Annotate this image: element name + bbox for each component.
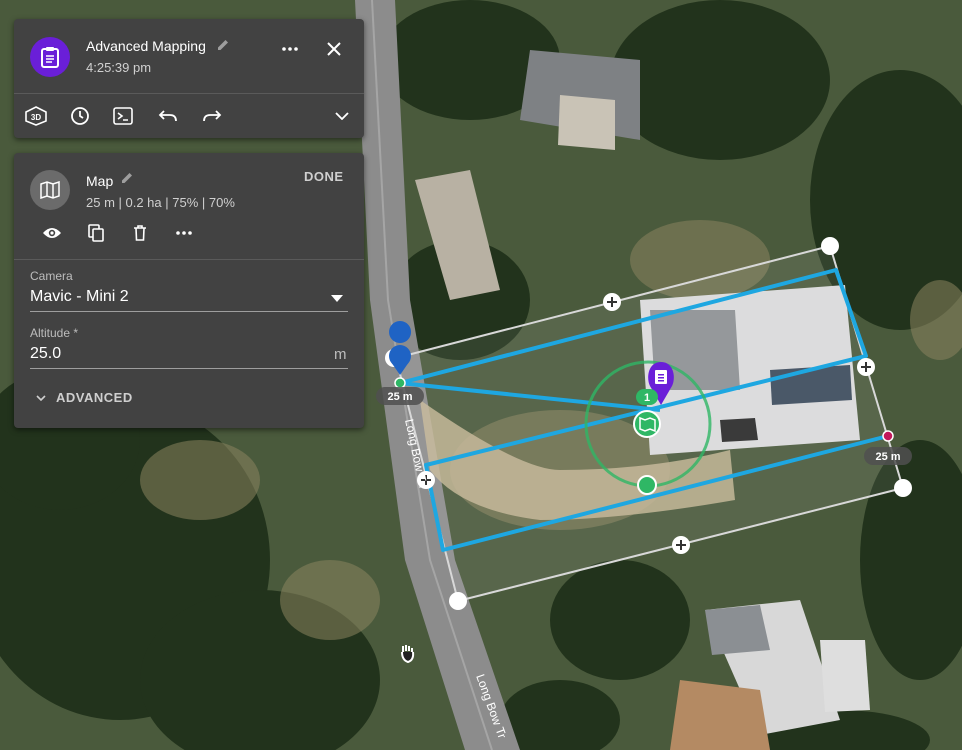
chevron-down-icon bbox=[36, 394, 46, 401]
eye-icon bbox=[43, 228, 61, 238]
corner-handle-ne[interactable] bbox=[821, 237, 839, 255]
add-handle-top[interactable] bbox=[603, 293, 621, 311]
advanced-label: ADVANCED bbox=[56, 390, 133, 405]
more-options-button[interactable] bbox=[277, 36, 303, 62]
corner-handle-sw[interactable] bbox=[449, 592, 467, 610]
camera-field-underline bbox=[30, 311, 348, 312]
altitude-label: Altitude * bbox=[30, 326, 79, 340]
close-button[interactable] bbox=[321, 36, 347, 62]
pencil-icon bbox=[122, 173, 132, 183]
layer-title: Map bbox=[86, 173, 114, 189]
terminal-icon bbox=[113, 107, 133, 125]
map-icon bbox=[30, 170, 70, 210]
chevron-down-icon bbox=[335, 112, 349, 120]
svg-text:1: 1 bbox=[644, 392, 650, 404]
trash-icon bbox=[134, 225, 146, 241]
history-button[interactable] bbox=[67, 103, 93, 129]
divider bbox=[14, 93, 364, 94]
more-icon bbox=[176, 231, 192, 235]
terminal-button[interactable] bbox=[110, 103, 136, 129]
undo-icon bbox=[158, 110, 177, 122]
pencil-icon bbox=[218, 40, 228, 50]
svg-text:25 m: 25 m bbox=[875, 451, 900, 463]
corner-handle-se[interactable] bbox=[894, 479, 912, 497]
camera-dropdown-button[interactable] bbox=[324, 285, 350, 311]
map-layer-marker[interactable] bbox=[633, 410, 661, 438]
svg-text:25 m: 25 m bbox=[387, 391, 412, 403]
divider bbox=[14, 259, 364, 260]
layer-more-button[interactable] bbox=[171, 220, 197, 246]
altitude-input[interactable]: 25.0 bbox=[30, 345, 61, 363]
close-icon bbox=[327, 42, 341, 56]
3d-view-button[interactable]: 3D bbox=[23, 103, 49, 129]
camera-select-value[interactable]: Mavic - Mini 2 bbox=[30, 288, 129, 306]
mission-card: Advanced Mapping 4:25:39 pm 3D bbox=[14, 19, 364, 138]
altitude-unit: m bbox=[334, 346, 347, 363]
redo-icon bbox=[203, 110, 222, 122]
add-handle-bottom[interactable] bbox=[672, 536, 690, 554]
advanced-toggle[interactable]: ADVANCED bbox=[36, 390, 133, 405]
done-button[interactable]: DONE bbox=[304, 169, 344, 184]
layer-stats: 25 m | 0.2 ha | 75% | 70% bbox=[86, 195, 235, 210]
waypoint-badge[interactable]: 1 bbox=[636, 389, 658, 405]
altitude-field-underline bbox=[30, 368, 348, 369]
expand-toolbar-button[interactable] bbox=[329, 103, 355, 129]
distance-label-left: 25 m bbox=[376, 387, 424, 405]
copy-icon bbox=[88, 224, 104, 242]
visibility-button[interactable] bbox=[39, 220, 65, 246]
dropdown-arrow-icon bbox=[331, 294, 343, 302]
map-layer-card: Map 25 m | 0.2 ha | 75% | 70% DONE Camer… bbox=[14, 153, 364, 428]
edit-layer-title-button[interactable] bbox=[114, 165, 140, 191]
history-icon bbox=[71, 107, 89, 125]
camera-label: Camera bbox=[30, 269, 73, 283]
end-point bbox=[882, 430, 894, 442]
mission-time: 4:25:39 pm bbox=[86, 60, 152, 75]
undo-button[interactable] bbox=[155, 103, 181, 129]
mission-title: Advanced Mapping bbox=[86, 38, 206, 54]
duplicate-button[interactable] bbox=[83, 220, 109, 246]
compass-icon[interactable] bbox=[637, 475, 657, 495]
distance-label-right: 25 m bbox=[864, 447, 912, 465]
clipboard-icon bbox=[30, 37, 70, 77]
add-handle-right[interactable] bbox=[857, 358, 875, 376]
more-icon bbox=[282, 47, 298, 51]
redo-button[interactable] bbox=[199, 103, 225, 129]
svg-text:3D: 3D bbox=[31, 113, 41, 122]
delete-button[interactable] bbox=[127, 220, 153, 246]
3d-view-icon: 3D bbox=[25, 106, 47, 126]
edit-title-button[interactable] bbox=[210, 32, 236, 58]
